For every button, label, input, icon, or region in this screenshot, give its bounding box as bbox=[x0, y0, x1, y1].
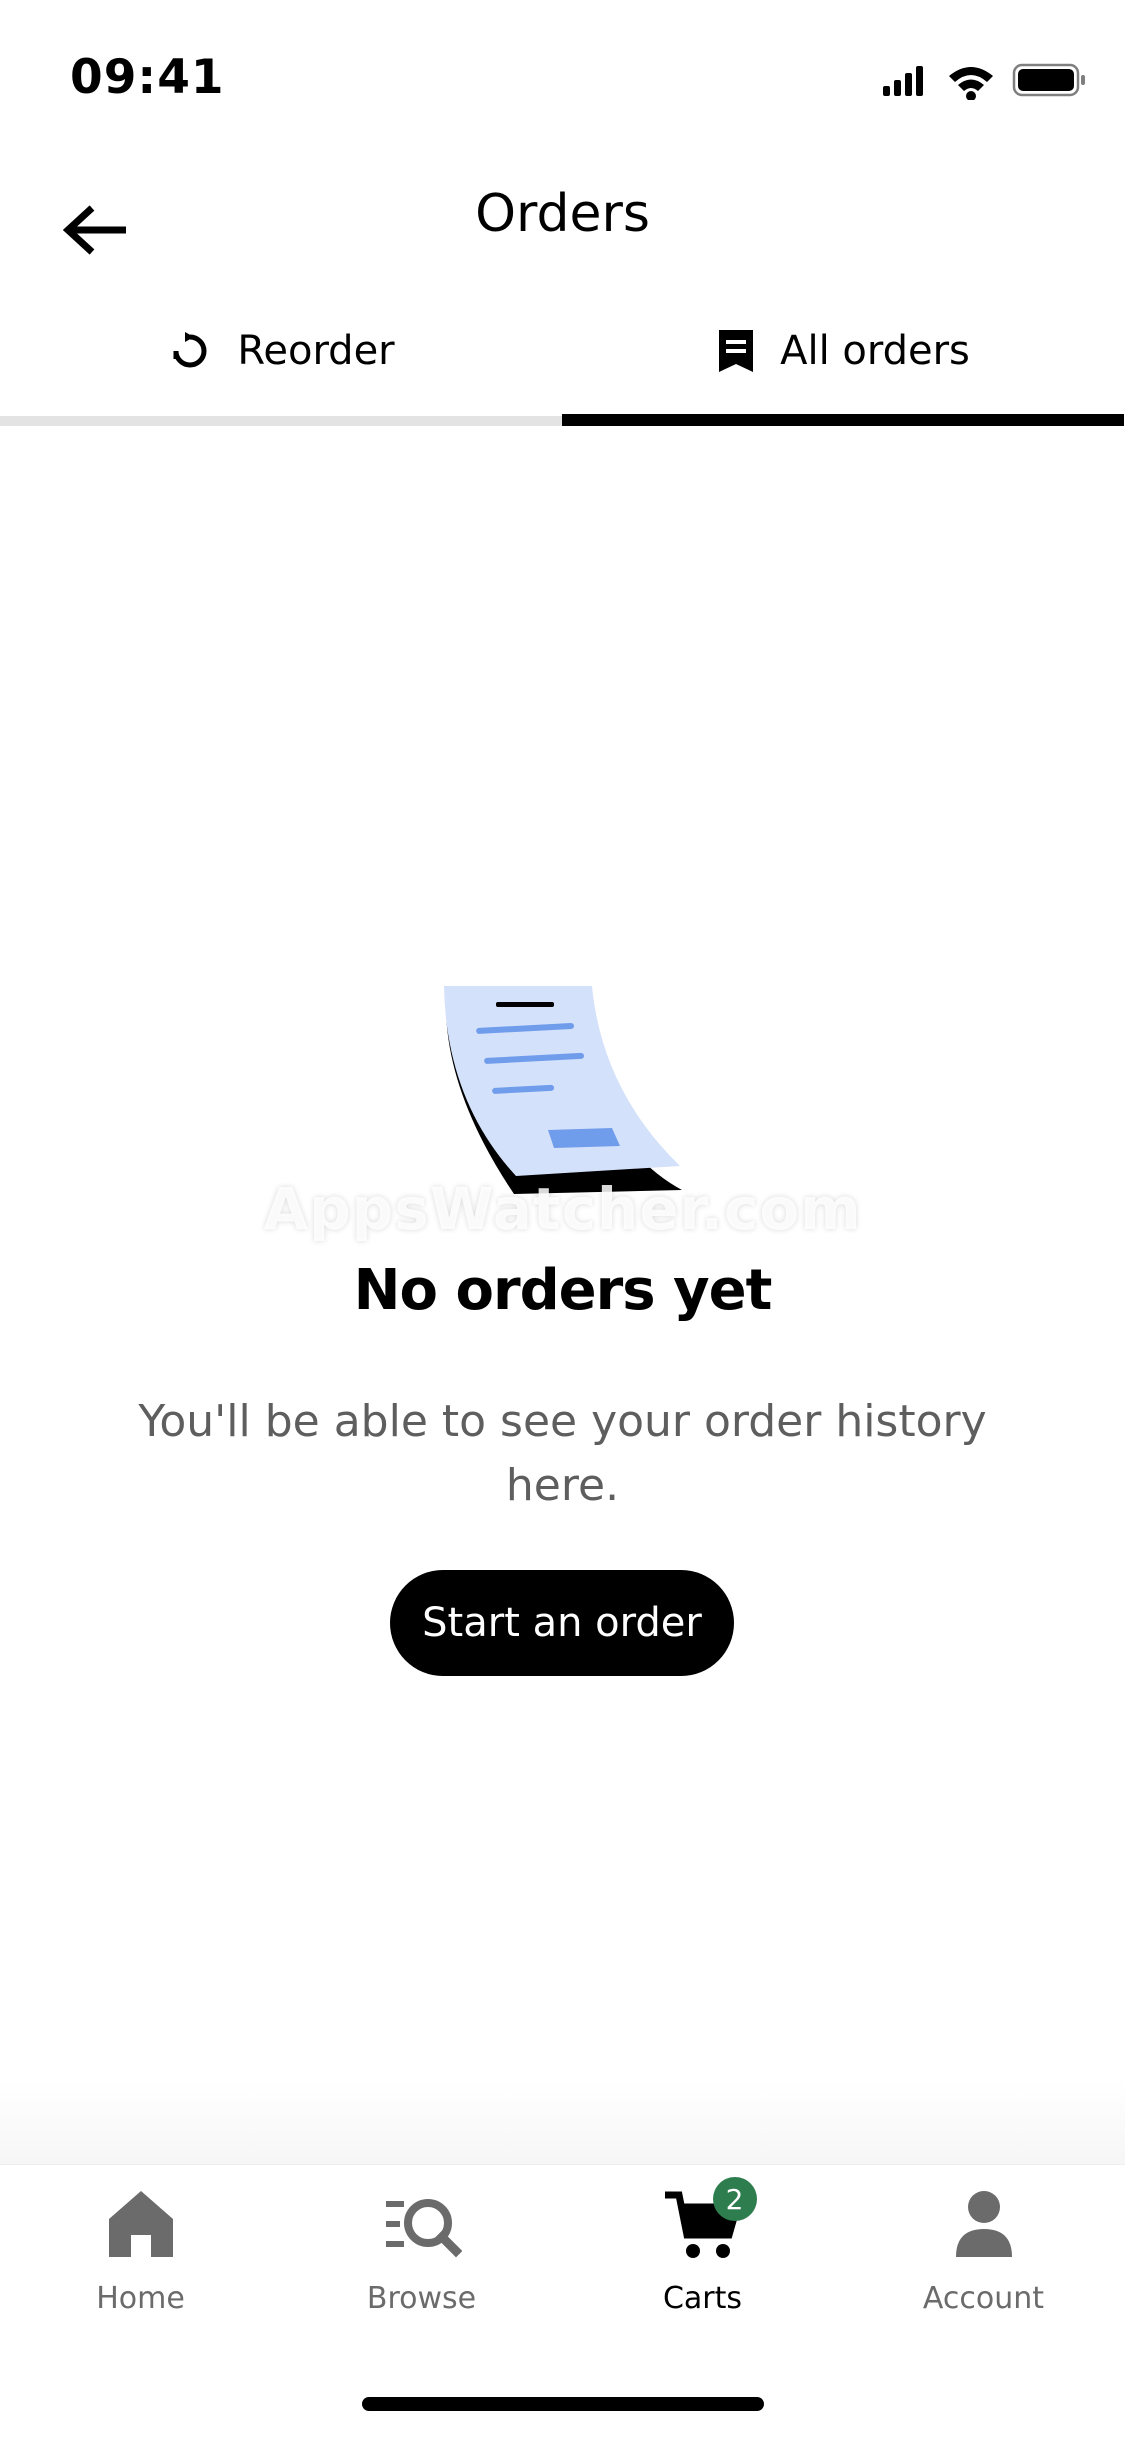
tab-all-orders[interactable]: All orders bbox=[562, 300, 1124, 426]
nav-header: Orders bbox=[0, 160, 1125, 280]
battery-icon bbox=[1012, 63, 1085, 97]
bottom-fade bbox=[0, 2080, 1125, 2164]
tab-bar-top: Reorder All orders bbox=[0, 300, 1125, 426]
status-time: 09:41 bbox=[70, 50, 225, 105]
start-order-button[interactable]: Start an order bbox=[390, 1570, 734, 1676]
nav-item-browse[interactable]: Browse bbox=[281, 2185, 562, 2335]
reorder-icon bbox=[173, 332, 207, 368]
watermark: AppsWatcher.com bbox=[263, 1175, 862, 1243]
tab-reorder[interactable]: Reorder bbox=[0, 300, 562, 426]
cart-count-badge: 2 bbox=[712, 2177, 757, 2221]
account-icon bbox=[955, 2191, 1012, 2257]
receipt-icon bbox=[719, 330, 754, 372]
home-indicator[interactable] bbox=[362, 2397, 764, 2411]
nav-label-account: Account bbox=[922, 2281, 1045, 2316]
browse-icon bbox=[385, 2199, 462, 2258]
receipt-illustration bbox=[444, 986, 682, 1194]
bottom-nav: Home Browse 2 Carts Account bbox=[0, 2164, 1125, 2437]
page-title: Orders bbox=[475, 184, 650, 244]
nav-label-home: Home bbox=[96, 2281, 185, 2316]
nav-label-carts: Carts bbox=[662, 2281, 743, 2316]
nav-item-account[interactable]: Account bbox=[843, 2185, 1124, 2335]
home-icon bbox=[108, 2191, 173, 2257]
status-bar: 09:41 bbox=[0, 0, 1125, 140]
nav-label-browse: Browse bbox=[366, 2281, 477, 2316]
tab-reorder-underline bbox=[0, 416, 562, 426]
tab-all-orders-underline bbox=[562, 414, 1124, 426]
cellular-signal-icon bbox=[883, 66, 923, 96]
empty-state-title: No orders yet bbox=[353, 1258, 773, 1323]
tab-all-orders-label: All orders bbox=[780, 328, 970, 374]
empty-state-description: You'll be able to see your order history… bbox=[138, 1396, 987, 1511]
wifi-icon bbox=[949, 67, 993, 100]
status-icons bbox=[883, 63, 1085, 100]
nav-item-home[interactable]: Home bbox=[0, 2185, 281, 2335]
tab-reorder-label: Reorder bbox=[237, 328, 395, 374]
nav-item-carts[interactable]: 2 Carts bbox=[562, 2177, 843, 2335]
